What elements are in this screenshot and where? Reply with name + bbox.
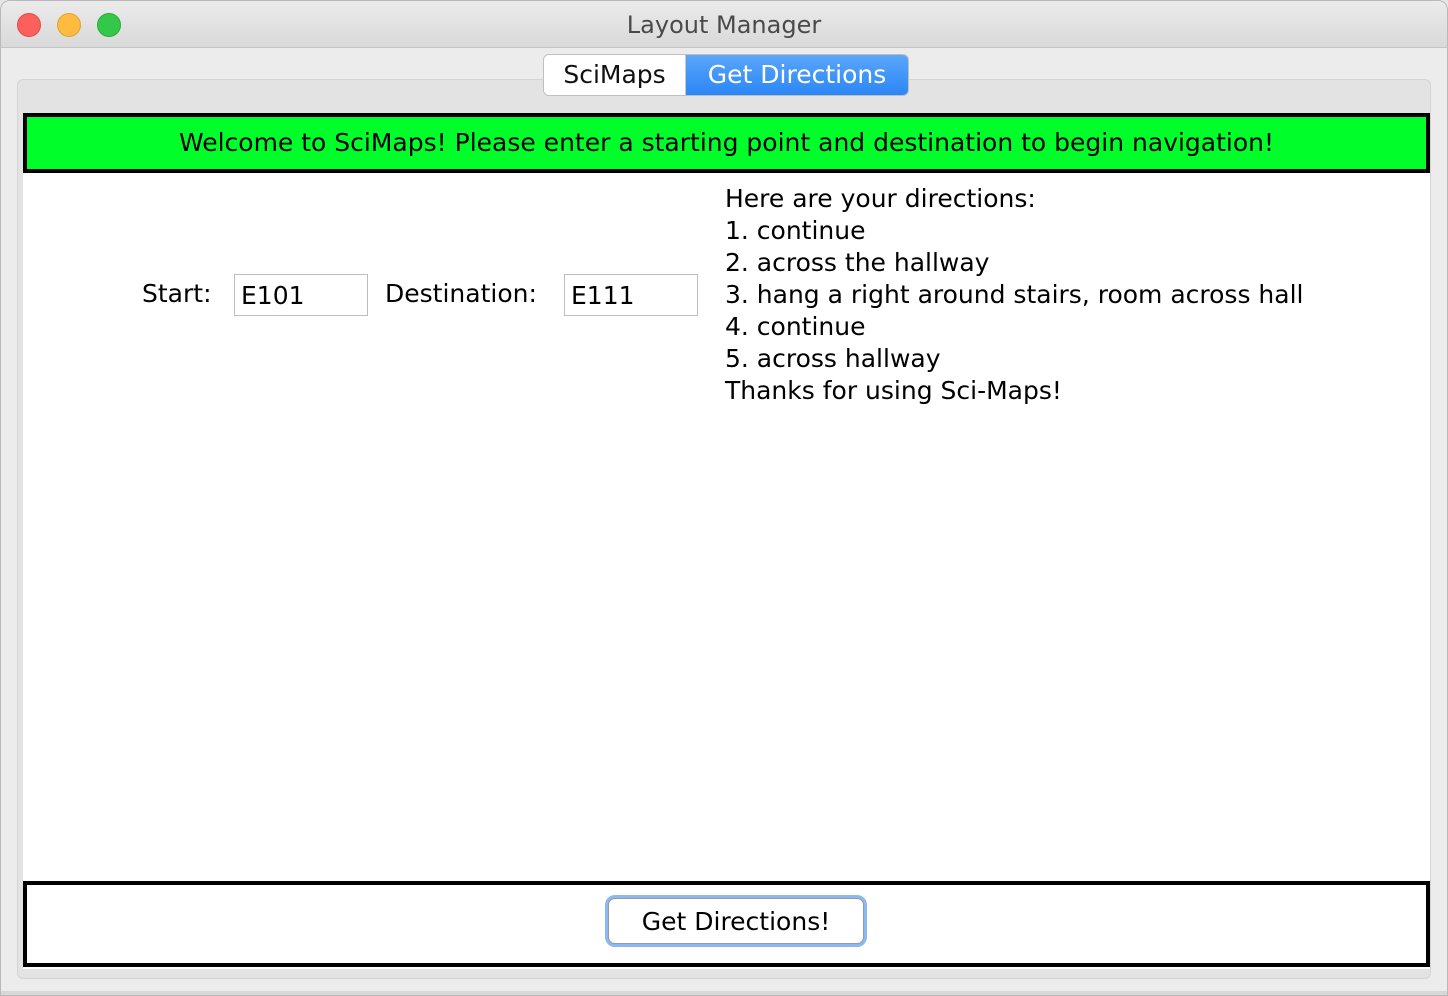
direction-step: 3. hang a right around stairs, room acro… <box>725 280 1304 309</box>
start-input[interactable] <box>234 274 368 316</box>
direction-step: 1. continue <box>725 216 866 245</box>
tab-scimaps[interactable]: SciMaps <box>544 55 686 95</box>
directions-header: Here are your directions: <box>725 184 1036 213</box>
get-directions-button[interactable]: Get Directions! <box>608 898 864 944</box>
destination-input[interactable] <box>564 274 698 316</box>
tab-get-directions[interactable]: Get Directions <box>686 55 908 95</box>
button-bar: Get Directions! <box>23 881 1430 967</box>
direction-step: 4. continue <box>725 312 866 341</box>
bottom-edge <box>1 991 1447 995</box>
welcome-banner: Welcome to SciMaps! Please enter a start… <box>23 113 1430 173</box>
directions-footer: Thanks for using Sci-Maps! <box>725 376 1062 405</box>
app-window: Layout Manager SciMaps Get Directions We… <box>0 0 1448 996</box>
directions-output: Here are your directions: 1. continue 2.… <box>725 183 1303 407</box>
title-bar: Layout Manager <box>1 1 1447 48</box>
direction-step: 2. across the hallway <box>725 248 990 277</box>
window-title: Layout Manager <box>626 11 822 39</box>
start-label: Start: <box>142 279 212 308</box>
directions-panel: Welcome to SciMaps! Please enter a start… <box>23 113 1430 969</box>
tab-bar: SciMaps Get Directions <box>544 55 908 95</box>
direction-step: 5. across hallway <box>725 344 941 373</box>
destination-label: Destination: <box>385 279 537 308</box>
